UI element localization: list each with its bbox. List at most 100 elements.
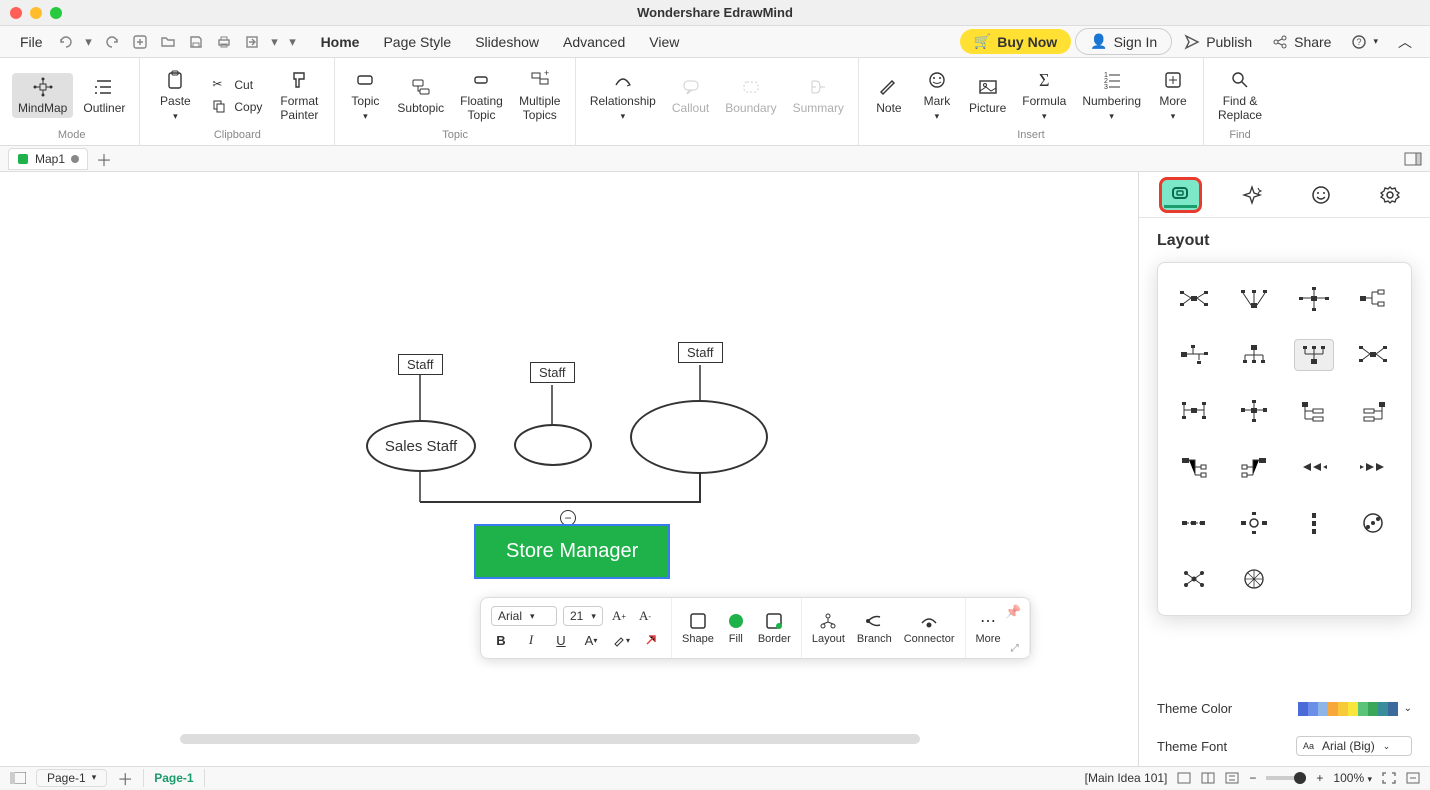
layout-opt-16[interactable] [1353, 451, 1393, 483]
open-icon[interactable] [159, 33, 177, 51]
new-icon[interactable] [131, 33, 149, 51]
multiple-topics-button[interactable]: + Multiple Topics [513, 66, 567, 125]
layout-opt-21[interactable] [1174, 563, 1214, 595]
layout-opt-1[interactable] [1174, 283, 1214, 315]
relationship-button[interactable]: Relationship ▾ [584, 66, 662, 125]
font-color-button[interactable]: A▾ [581, 630, 601, 650]
close-window-icon[interactable] [10, 7, 22, 19]
layout-opt-19[interactable] [1294, 507, 1334, 539]
export-dropdown-icon[interactable]: ▾ [271, 33, 279, 51]
callout-button[interactable]: Callout [666, 73, 715, 118]
format-painter-button[interactable]: Format Painter [272, 66, 326, 125]
panel-tab-settings[interactable] [1371, 177, 1410, 213]
fill-button[interactable]: Fill [726, 611, 746, 645]
picture-button[interactable]: Picture [963, 73, 1012, 118]
menu-home[interactable]: Home [311, 30, 370, 54]
highlight-button[interactable]: ▾ [611, 630, 631, 650]
more-insert-button[interactable]: More ▾ [1151, 66, 1195, 125]
collapse-ribbon-button[interactable]: ︿ [1390, 28, 1420, 56]
more-format-button[interactable]: ⋯ More [976, 611, 1001, 645]
save-icon[interactable] [187, 33, 205, 51]
zoom-level[interactable]: 100% ▾ [1333, 771, 1372, 785]
menu-file[interactable]: File [10, 30, 53, 54]
layout-opt-10[interactable] [1234, 395, 1274, 427]
publish-button[interactable]: Publish [1176, 30, 1260, 54]
color-swatch[interactable] [1308, 702, 1318, 716]
border-button[interactable]: Border [758, 611, 791, 645]
layout-opt-7[interactable] [1294, 339, 1334, 371]
color-swatch[interactable] [1358, 702, 1368, 716]
qat-customize-icon[interactable]: ▾ [289, 33, 297, 51]
note-button[interactable]: Note [867, 73, 911, 118]
oval-node-3[interactable] [630, 400, 768, 474]
add-page-button[interactable]: ＋ [117, 766, 133, 790]
pin-icon[interactable]: 📌 [1005, 604, 1021, 620]
minimize-window-icon[interactable] [30, 7, 42, 19]
menu-advanced[interactable]: Advanced [553, 30, 635, 54]
staff-node-3[interactable]: Staff [678, 342, 723, 363]
layout-opt-13[interactable] [1174, 451, 1214, 483]
panel-tab-layout[interactable] [1159, 177, 1202, 213]
horizontal-scrollbar[interactable] [180, 734, 920, 744]
panel-tab-icons[interactable] [1301, 177, 1340, 213]
font-family-select[interactable]: Arial▾ [491, 606, 557, 626]
page-tab-1[interactable]: Page-1 [143, 769, 204, 787]
italic-button[interactable]: I [521, 630, 541, 650]
layout-opt-5[interactable] [1174, 339, 1214, 371]
summary-button[interactable]: Summary [787, 73, 850, 118]
left-panel-toggle-icon[interactable] [10, 772, 26, 784]
clear-format-button[interactable] [641, 630, 661, 650]
buy-now-button[interactable]: 🛒 Buy Now [960, 29, 1071, 54]
zoom-out-button[interactable]: − [1249, 771, 1256, 785]
oval-node-2[interactable] [514, 424, 592, 466]
floating-topic-button[interactable]: Floating Topic [454, 66, 509, 125]
print-icon[interactable] [215, 33, 233, 51]
layout-opt-14[interactable] [1234, 451, 1274, 483]
layout-opt-11[interactable] [1294, 395, 1334, 427]
subtopic-button[interactable]: Subtopic [391, 73, 450, 118]
store-manager-node[interactable]: Store Manager [474, 524, 670, 579]
staff-node-1[interactable]: Staff [398, 354, 443, 375]
boundary-button[interactable]: Boundary [719, 73, 782, 118]
canvas[interactable]: Staff Staff Staff Sales Staff − Store Ma… [0, 172, 1138, 766]
color-swatch[interactable] [1298, 702, 1308, 716]
add-tab-button[interactable]: ＋ [96, 147, 112, 171]
layout-opt-18[interactable] [1234, 507, 1274, 539]
color-swatch[interactable] [1318, 702, 1328, 716]
layout-opt-22[interactable] [1234, 563, 1274, 595]
layout-opt-17[interactable] [1174, 507, 1214, 539]
layout-opt-20[interactable] [1353, 507, 1393, 539]
underline-button[interactable]: U [551, 630, 571, 650]
theme-color-swatches[interactable] [1298, 702, 1398, 716]
page-selector[interactable]: Page-1 ▾ [36, 769, 107, 787]
view-single-icon[interactable] [1177, 772, 1191, 784]
decrease-font-icon[interactable]: A- [635, 606, 655, 626]
export-icon[interactable] [243, 33, 261, 51]
panel-tab-style[interactable] [1232, 177, 1271, 213]
mark-button[interactable]: Mark ▾ [915, 66, 959, 125]
font-size-select[interactable]: 21▾ [563, 606, 603, 626]
zoom-in-button[interactable]: + [1316, 771, 1323, 785]
cut-button[interactable]: ✂ Cut [206, 75, 268, 95]
mindmap-button[interactable]: MindMap [12, 73, 73, 118]
color-swatch[interactable] [1328, 702, 1338, 716]
layout-opt-6[interactable] [1234, 339, 1274, 371]
numbering-button[interactable]: 123 Numbering ▾ [1076, 66, 1147, 125]
shape-button[interactable]: Shape [682, 611, 714, 645]
layout-opt-8[interactable] [1353, 339, 1393, 371]
layout-opt-12[interactable] [1353, 395, 1393, 427]
menu-page-style[interactable]: Page Style [373, 30, 461, 54]
layout-opt-9[interactable] [1174, 395, 1214, 427]
redo-icon[interactable] [103, 33, 121, 51]
topic-button[interactable]: Topic ▾ [343, 66, 387, 125]
layout-opt-3[interactable] [1294, 283, 1334, 315]
layout-opt-4[interactable] [1353, 283, 1393, 315]
panel-toggle-button[interactable] [1404, 152, 1422, 166]
color-swatch[interactable] [1338, 702, 1348, 716]
view-fit-icon[interactable] [1225, 772, 1239, 784]
view-split-icon[interactable] [1201, 772, 1215, 784]
increase-font-icon[interactable]: A+ [609, 606, 629, 626]
color-swatch[interactable] [1348, 702, 1358, 716]
outliner-button[interactable]: Outliner [77, 73, 131, 118]
document-tab-map1[interactable]: Map1 [8, 148, 88, 170]
